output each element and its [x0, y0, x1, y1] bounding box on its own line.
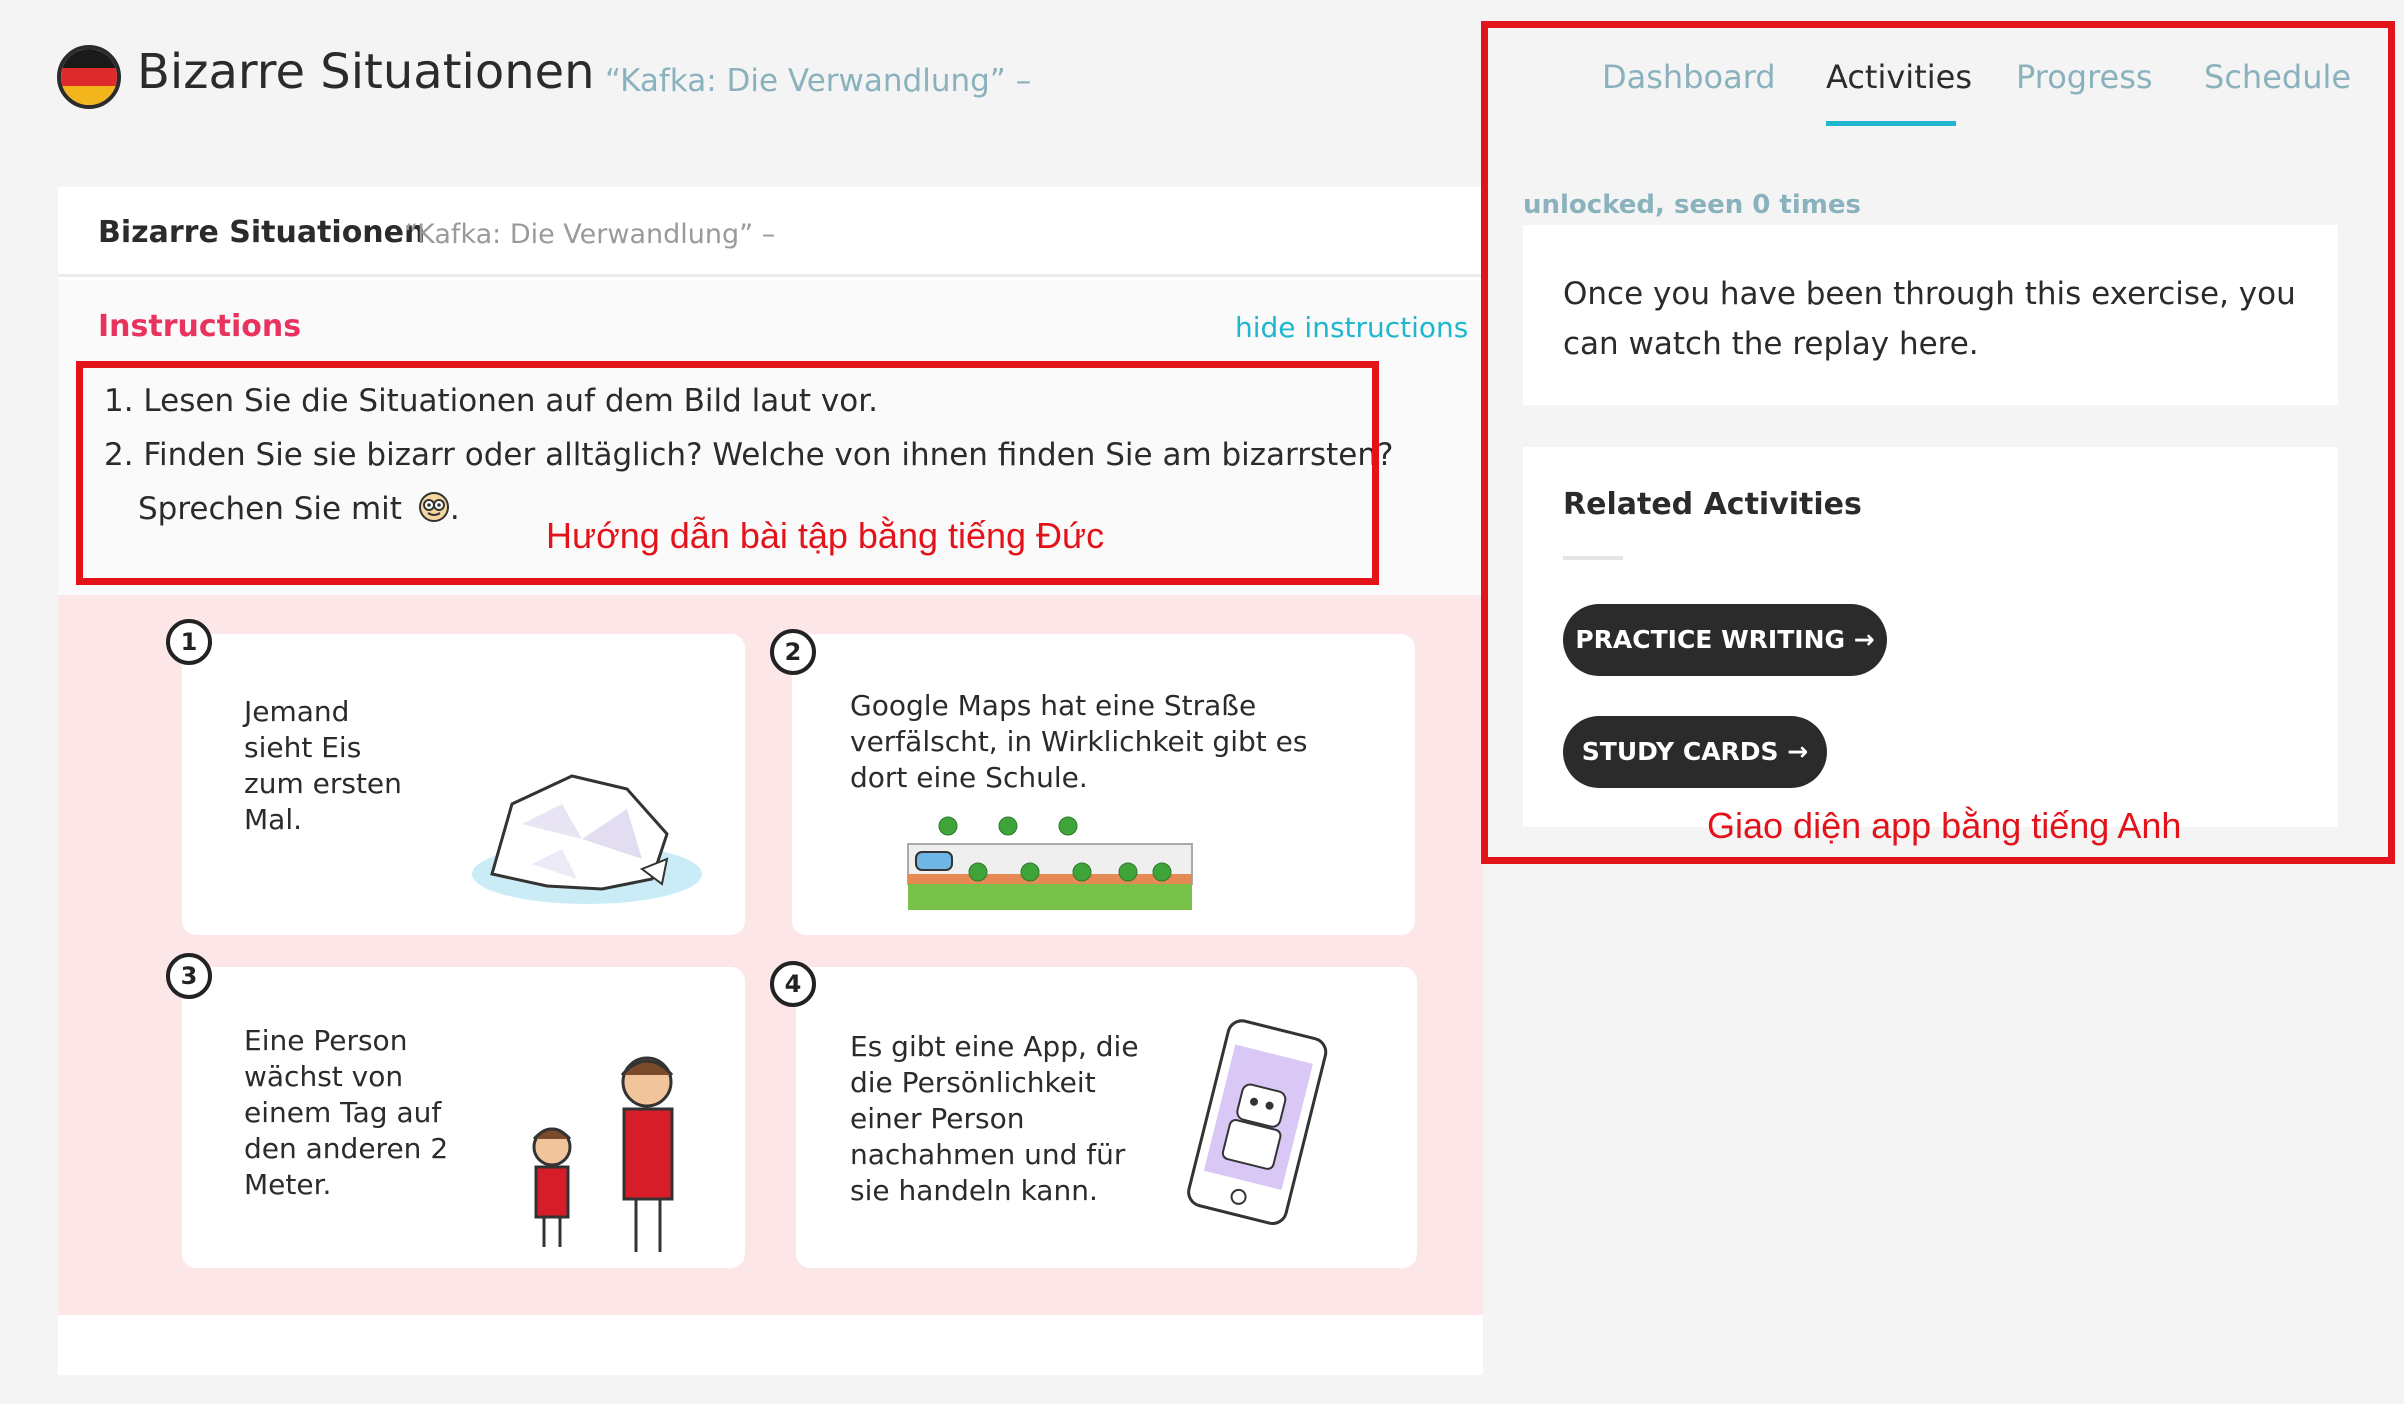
- worksheet-image: Jemand sieht Eis zum ersten Mal. 1 Googl…: [58, 595, 1483, 1315]
- exercise-text-line: nachahmen und für: [850, 1138, 1126, 1171]
- exercise-text-line: zum ersten: [244, 767, 402, 800]
- card-header: Bizarre Situationen “Kafka: Die Verwandl…: [58, 187, 1483, 277]
- german-annotation-label: Hướng dẫn bài tập bằng tiếng Đức: [546, 515, 1105, 556]
- exercise-text-line: den anderen 2: [244, 1132, 449, 1165]
- growing-person-illustration: [532, 1056, 674, 1252]
- exercise-text-line: dort eine Schule.: [850, 761, 1088, 794]
- exercise-4-text: Es gibt eine App, die die Persönlichkeit…: [850, 1029, 1139, 1209]
- instructions-title: Instructions: [98, 309, 302, 344]
- exercise-card-4: Es gibt eine App, die die Persönlichkeit…: [796, 967, 1417, 1268]
- street-school-illustration: [907, 816, 1193, 910]
- exercise-text-line: sie handeln kann.: [850, 1174, 1098, 1207]
- card-subtitle: “Kafka: Die Verwandlung” –: [404, 219, 776, 250]
- page-title: Bizarre Situationen: [137, 44, 595, 100]
- page-subtitle: “Kafka: Die Verwandlung” –: [605, 63, 1032, 99]
- exercise-1-text: Jemand sieht Eis zum ersten Mal.: [244, 694, 402, 838]
- exercise-number-badge: 1: [166, 619, 212, 665]
- exercise-text-line: Eine Person: [244, 1024, 408, 1057]
- hide-instructions-link[interactable]: hide instructions: [1235, 311, 1468, 344]
- exercise-text-line: Jemand: [244, 695, 350, 728]
- exercise-text-line: Google Maps hat eine Straße: [850, 689, 1257, 722]
- exercise-card-3: Eine Person wächst von einem Tag auf den…: [182, 967, 745, 1268]
- exercise-2-text: Google Maps hat eine Straße verfälscht, …: [850, 688, 1307, 796]
- exercise-text-line: die Persönlichkeit: [850, 1066, 1096, 1099]
- exercise-number-badge: 3: [166, 953, 212, 999]
- phone-robot-illustration: [1187, 1019, 1328, 1225]
- exercise-text-line: sieht Eis: [244, 731, 362, 764]
- exercise-text-line: einer Person: [850, 1102, 1025, 1135]
- exercise-number-badge: 2: [770, 629, 816, 675]
- german-flag-icon: [57, 45, 121, 109]
- exercise-text-line: Meter.: [244, 1168, 332, 1201]
- exercise-text-line: einem Tag auf: [244, 1096, 442, 1129]
- iceberg-illustration: [472, 774, 702, 904]
- exercise-text-line: verfälscht, in Wirklichkeit gibt es: [850, 725, 1308, 758]
- exercise-3-text: Eine Person wächst von einem Tag auf den…: [244, 1023, 448, 1203]
- exercise-text-line: Es gibt eine App, die: [850, 1030, 1139, 1063]
- exercise-text-line: Mal.: [244, 803, 302, 836]
- exercise-card-2: Google Maps hat eine Straße verfälscht, …: [792, 634, 1415, 935]
- english-annotation-label: Giao diện app bằng tiếng Anh: [1707, 805, 2182, 846]
- english-ui-highlight: [1481, 21, 2395, 864]
- exercise-number-badge: 4: [770, 961, 816, 1007]
- card-title: Bizarre Situationen: [98, 215, 426, 250]
- exercise-card-1: Jemand sieht Eis zum ersten Mal.: [182, 634, 745, 935]
- exercise-text-line: wächst von: [244, 1060, 404, 1093]
